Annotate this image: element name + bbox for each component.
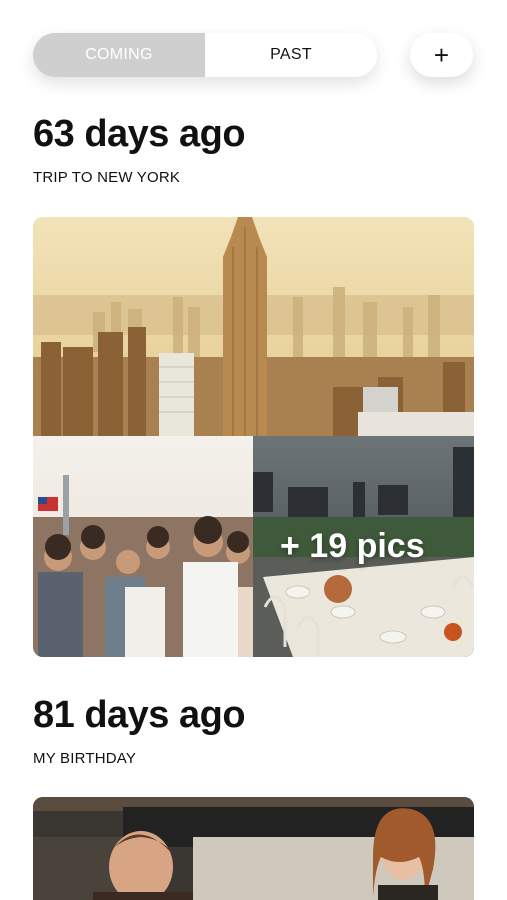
extra-pics-count: + 19 pics bbox=[280, 527, 425, 565]
event-title: 63 days ago bbox=[33, 113, 246, 155]
photo-collage bbox=[33, 217, 474, 657]
tab-past[interactable]: PAST bbox=[205, 33, 377, 77]
city-skyline-photo bbox=[33, 217, 474, 436]
plus-icon: + bbox=[433, 39, 450, 70]
event-subtitle: MY BIRTHDAY bbox=[33, 750, 137, 767]
event-photo-grid[interactable] bbox=[33, 217, 474, 657]
tab-coming[interactable]: COMING bbox=[33, 33, 205, 77]
event-subtitle: TRIP TO NEW YORK bbox=[33, 169, 181, 186]
add-event-button[interactable]: + bbox=[410, 33, 473, 77]
event-title: 81 days ago bbox=[33, 694, 246, 736]
coming-past-toggle: COMING PAST bbox=[33, 33, 377, 77]
event-photo[interactable] bbox=[33, 797, 474, 900]
party-crowd-photo bbox=[33, 436, 253, 657]
birthday-photo bbox=[33, 797, 474, 900]
